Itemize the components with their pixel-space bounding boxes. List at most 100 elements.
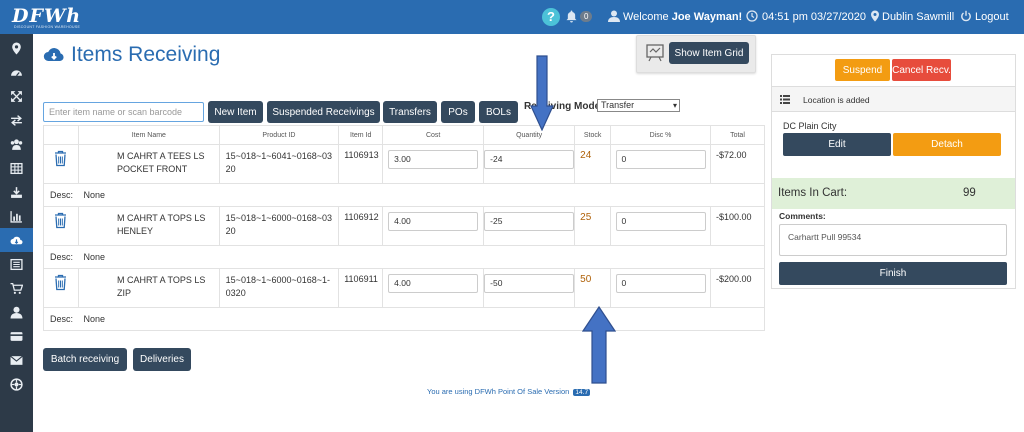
suspended-receivings-button[interactable]: Suspended Receivings — [267, 101, 380, 123]
cost-input[interactable]: 3.00 — [388, 150, 479, 169]
trash-icon[interactable] — [54, 212, 67, 229]
quantity-input[interactable]: -25 — [484, 212, 575, 231]
discount-input[interactable]: 0 — [615, 212, 706, 231]
product-id: 15~018~1~6000~0168~1-0320 — [218, 268, 340, 308]
desc-value: None — [78, 245, 766, 269]
logo-subtitle: DISCOUNT FASHION WAREHOUSE — [14, 25, 81, 29]
batch-receiving-button[interactable]: Batch receiving — [43, 348, 127, 371]
table-row: M CAHRT A TEES LS POCKET FRONT 15~018~1~… — [43, 144, 765, 184]
trash-icon[interactable] — [54, 274, 67, 291]
sidebar — [0, 34, 33, 432]
cloud-download-icon — [10, 236, 23, 244]
top-navbar: DFWh DISCOUNT FASHION WAREHOUSE ? 0 Welc… — [0, 0, 1024, 34]
sidebar-item-cart[interactable] — [0, 276, 33, 300]
empire-icon — [10, 377, 23, 391]
show-item-grid-button[interactable]: Show Item Grid — [669, 42, 749, 64]
app-logo[interactable]: DFWh — [12, 5, 81, 27]
table-header: Disc % — [610, 125, 711, 145]
sidebar-item-envelope[interactable] — [0, 348, 33, 372]
discount-input[interactable]: 0 — [615, 150, 706, 169]
help-icon[interactable]: ? — [542, 8, 560, 26]
stock-value: 50 — [580, 274, 592, 285]
sidebar-item-cloud-download[interactable] — [0, 228, 33, 252]
user-icon — [608, 10, 620, 22]
sidebar-item-map-marker[interactable] — [0, 36, 33, 60]
edit-location-button[interactable]: Edit — [783, 133, 891, 156]
item-id: 1106913 — [338, 144, 384, 184]
logout-link[interactable]: Logout — [975, 11, 1009, 23]
cancel-receiving-button[interactable]: Cancel Recv. — [892, 59, 951, 81]
quantity-input[interactable]: -24 — [484, 150, 575, 169]
table-header: Stock — [574, 125, 612, 145]
footer-text: You are using DFWh Point Of Sale Version — [427, 387, 570, 396]
desc-label: Desc: — [43, 183, 79, 207]
comments-textarea[interactable]: Carhartt Pull 99534 — [779, 224, 1007, 256]
receiving-mode-select[interactable]: Transfer — [597, 99, 680, 112]
sidebar-item-expand[interactable] — [0, 84, 33, 108]
discount-input[interactable]: 0 — [615, 274, 706, 293]
version-badge: 14.7 — [573, 389, 591, 396]
bols-button[interactable]: BOLs — [479, 101, 518, 123]
desc-row: Desc: None — [43, 307, 766, 331]
bell-icon[interactable] — [566, 10, 577, 23]
dashboard-icon — [11, 69, 22, 76]
bar-chart-icon — [10, 210, 22, 223]
welcome-text: Welcome Joe Wayman! — [623, 11, 743, 23]
clock-icon — [746, 10, 758, 22]
table-icon — [10, 162, 23, 174]
sidebar-item-bar-chart[interactable] — [0, 204, 33, 228]
deliveries-button[interactable]: Deliveries — [133, 348, 191, 371]
sidebar-item-empire[interactable] — [0, 372, 33, 396]
sidebar-item-user[interactable] — [0, 300, 33, 324]
location-message: Location is added — [803, 95, 870, 105]
list-icon — [10, 258, 23, 270]
line-total: -$200.00 — [710, 268, 765, 308]
product-id: 15~018~1~6000~0168~0320 — [218, 206, 340, 246]
show-grid-container: Show Item Grid — [636, 35, 756, 73]
items-in-cart-label: Items In Cart: — [778, 187, 848, 199]
detach-location-button[interactable]: Detach — [893, 133, 1001, 156]
map-marker-icon — [12, 42, 21, 54]
exchange-icon — [11, 114, 22, 126]
table-header: Cost — [382, 125, 485, 145]
sidebar-item-download[interactable] — [0, 180, 33, 204]
cost-input[interactable]: 4.00 — [388, 212, 479, 231]
desc-label: Desc: — [43, 307, 79, 331]
quantity-input[interactable]: -50 — [484, 274, 575, 293]
desc-row: Desc: None — [43, 183, 766, 207]
trash-icon[interactable] — [54, 150, 67, 167]
sidebar-item-users[interactable] — [0, 132, 33, 156]
search-input[interactable]: Enter item name or scan barcode — [43, 102, 204, 122]
transfers-button[interactable]: Transfers — [383, 101, 437, 123]
suspend-button[interactable]: Suspend — [835, 59, 890, 81]
sidebar-item-table[interactable] — [0, 156, 33, 180]
pos-button[interactable]: POs — [441, 101, 475, 123]
users-icon — [10, 138, 23, 150]
comments-label: Comments: — [779, 211, 826, 221]
sidebar-item-exchange[interactable] — [0, 108, 33, 132]
cost-input[interactable]: 4.00 — [388, 274, 479, 293]
item-id: 1106912 — [338, 206, 384, 246]
notification-count-badge[interactable]: 0 — [580, 11, 593, 22]
welcome-user-name: Joe Wayman! — [671, 11, 743, 23]
desc-label: Desc: — [43, 245, 79, 269]
cart-icon — [10, 282, 23, 294]
store-location[interactable]: Dublin Sawmill — [882, 11, 954, 23]
power-icon[interactable] — [960, 10, 972, 22]
sidebar-item-credit-card[interactable] — [0, 324, 33, 348]
version-footer: You are using DFWh Point Of Sale Version… — [427, 387, 591, 396]
table-header-delete — [43, 125, 79, 145]
desc-row: Desc: None — [43, 245, 766, 269]
table-header-row: Item Name Product ID Item Id Cost Quanti… — [43, 125, 765, 145]
table-header: Total — [710, 125, 765, 145]
items-in-cart-bar: Items In Cart: 99 — [772, 178, 1015, 209]
sidebar-item-dashboard[interactable] — [0, 60, 33, 84]
sidebar-item-list[interactable] — [0, 252, 33, 276]
map-marker-icon — [871, 10, 879, 22]
finish-button[interactable]: Finish — [779, 262, 1007, 285]
item-name: M CAHRT A TEES LS POCKET FRONT — [77, 144, 220, 184]
expand-icon — [11, 90, 22, 102]
credit-card-icon — [10, 331, 23, 341]
down-arrow-annotation — [530, 55, 554, 131]
new-item-button[interactable]: New Item — [208, 101, 263, 123]
